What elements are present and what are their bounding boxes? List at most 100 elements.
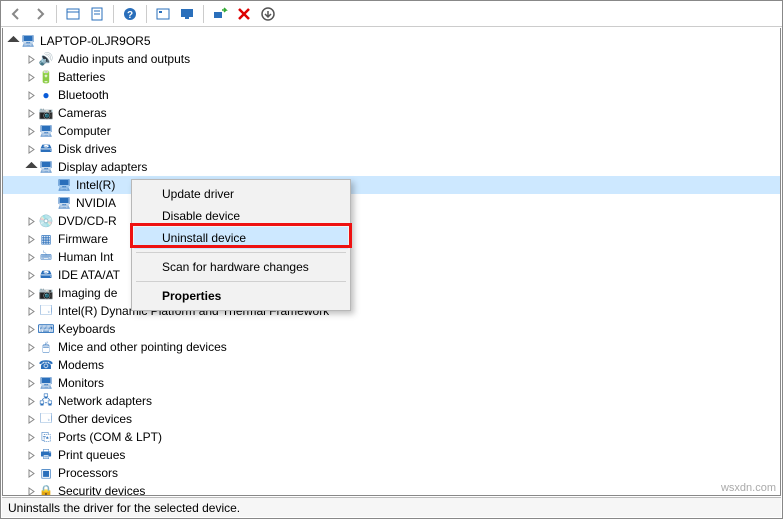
svg-text:?: ? — [127, 10, 133, 21]
tree-category[interactable]: ☎Modems — [3, 356, 780, 374]
menu-update-driver[interactable]: Update driver — [134, 183, 348, 205]
node-label: Keyboards — [58, 322, 115, 336]
help-button[interactable]: ? — [119, 3, 141, 25]
device-icon: ⎘ — [38, 429, 54, 445]
tree-category[interactable]: ⎘ Ports (COM & LPT) — [3, 428, 780, 446]
expand-arrow-icon[interactable] — [25, 143, 37, 155]
menu-uninstall-device[interactable]: Uninstall device — [134, 227, 348, 249]
tree-category[interactable]: ●Bluetooth — [3, 86, 780, 104]
node-label: Ports (COM & LPT) — [58, 430, 162, 444]
expand-arrow-icon[interactable] — [25, 89, 37, 101]
expand-arrow-icon[interactable] — [25, 485, 37, 495]
menu-properties[interactable]: Properties — [134, 285, 348, 307]
device-icon: ▦ — [38, 231, 54, 247]
expand-arrow-icon[interactable] — [25, 431, 37, 443]
tree-category[interactable]: 📷Cameras — [3, 104, 780, 122]
menu-scan-hardware[interactable]: Scan for hardware changes — [134, 256, 348, 278]
tree-category[interactable]: 🔋 Batteries — [3, 68, 780, 86]
tree-category[interactable]: 🖱 Mice and other pointing devices — [3, 338, 780, 356]
device-icon: 🗔 — [38, 303, 54, 319]
device-icon: 🖮 — [38, 249, 54, 265]
node-label: Computer — [58, 124, 111, 138]
expand-arrow-icon[interactable] — [25, 413, 37, 425]
tree-category[interactable]: 🖴IDE ATA/AT — [3, 266, 780, 284]
tree-device[interactable]: 🖥NVIDIA — [3, 194, 780, 212]
device-icon: 🖥 — [38, 375, 54, 391]
remove-button[interactable] — [233, 3, 255, 25]
collapse-arrow-icon[interactable] — [25, 161, 37, 173]
tree-category[interactable]: 🖥Computer — [3, 122, 780, 140]
expand-arrow-icon[interactable] — [25, 395, 37, 407]
tree-category[interactable]: 🔊 Audio inputs and outputs — [3, 50, 780, 68]
more-button[interactable] — [257, 3, 279, 25]
action-button[interactable] — [152, 3, 174, 25]
device-icon: 🖱 — [38, 339, 54, 355]
tree-category[interactable]: 🖧 Network adapters — [3, 392, 780, 410]
device-tree[interactable]: 🖥LAPTOP-0LJR9OR5🔊Audio inputs and output… — [3, 28, 780, 495]
device-icon: 🖥 — [38, 159, 54, 175]
expand-arrow-icon[interactable] — [25, 377, 37, 389]
device-icon: ☎ — [38, 357, 54, 373]
tree-category[interactable]: ▣Processors — [3, 464, 780, 482]
expand-arrow-icon[interactable] — [25, 305, 37, 317]
tree-category[interactable]: 🗔Other devices — [3, 410, 780, 428]
node-label: Imaging de — [58, 286, 117, 300]
tree-category[interactable]: 📷 Imaging de — [3, 284, 780, 302]
expand-arrow-icon[interactable] — [25, 359, 37, 371]
node-label: Network adapters — [58, 394, 152, 408]
tree-category[interactable]: 🖥Monitors — [3, 374, 780, 392]
expand-arrow-icon[interactable] — [25, 467, 37, 479]
forward-button[interactable] — [29, 3, 51, 25]
view-button[interactable] — [176, 3, 198, 25]
device-icon: 🖧 — [38, 393, 54, 409]
toolbar-sep — [203, 5, 204, 23]
tree-device[interactable]: 🖥Intel(R) — [3, 176, 780, 194]
expand-arrow-icon[interactable] — [25, 251, 37, 263]
toolbar-sep — [113, 5, 114, 23]
expand-arrow-icon[interactable] — [25, 215, 37, 227]
collapse-arrow-icon[interactable] — [7, 35, 19, 47]
expand-arrow-icon[interactable] — [25, 323, 37, 335]
expand-arrow-icon[interactable] — [25, 107, 37, 119]
properties-toolbar-button[interactable] — [86, 3, 108, 25]
node-label: Security devices — [58, 484, 145, 495]
scan-toolbar-button[interactable] — [209, 3, 231, 25]
expand-arrow-icon[interactable] — [25, 449, 37, 461]
tree-category[interactable]: 🖥Display adapters — [3, 158, 780, 176]
menu-separator — [136, 281, 346, 282]
device-icon: 🖴 — [38, 267, 54, 283]
node-label: Audio inputs and outputs — [58, 52, 190, 66]
node-label: Batteries — [58, 70, 105, 84]
tree-category[interactable]: 🗔Intel(R) Dynamic Platform and Thermal F… — [3, 302, 780, 320]
tree-category[interactable]: 🖴Disk drives — [3, 140, 780, 158]
node-label: Print queues — [58, 448, 125, 462]
device-icon: 🖥 — [56, 177, 72, 193]
expand-arrow-icon[interactable] — [25, 53, 37, 65]
tree-category[interactable]: ⌨Keyboards — [3, 320, 780, 338]
device-icon: 📷 — [38, 285, 54, 301]
expand-arrow-icon[interactable] — [25, 269, 37, 281]
node-label: LAPTOP-0LJR9OR5 — [40, 34, 151, 48]
tree-root[interactable]: 🖥LAPTOP-0LJR9OR5 — [3, 32, 780, 50]
tree-category[interactable]: 🖮Human Int — [3, 248, 780, 266]
tree-panel: 🖥LAPTOP-0LJR9OR5🔊Audio inputs and output… — [2, 28, 781, 496]
show-hidden-button[interactable] — [62, 3, 84, 25]
expand-arrow-icon[interactable] — [25, 287, 37, 299]
tree-category[interactable]: 🔒Security devices — [3, 482, 780, 495]
device-icon: 🔊 — [38, 51, 54, 67]
expand-arrow-icon[interactable] — [25, 125, 37, 137]
device-icon: 🔋 — [38, 69, 54, 85]
node-label: Disk drives — [58, 142, 117, 156]
expand-arrow-icon[interactable] — [25, 341, 37, 353]
tree-category[interactable]: ▦Firmware — [3, 230, 780, 248]
tree-category[interactable]: 🖶Print queues — [3, 446, 780, 464]
node-label: Mice and other pointing devices — [58, 340, 227, 354]
tree-category[interactable]: 💿DVD/CD-R — [3, 212, 780, 230]
expand-arrow-icon[interactable] — [25, 233, 37, 245]
menu-disable-device[interactable]: Disable device — [134, 205, 348, 227]
toolbar-sep — [146, 5, 147, 23]
device-icon: 🖥 — [56, 195, 72, 211]
device-icon: 💿 — [38, 213, 54, 229]
back-button[interactable] — [5, 3, 27, 25]
expand-arrow-icon[interactable] — [25, 71, 37, 83]
